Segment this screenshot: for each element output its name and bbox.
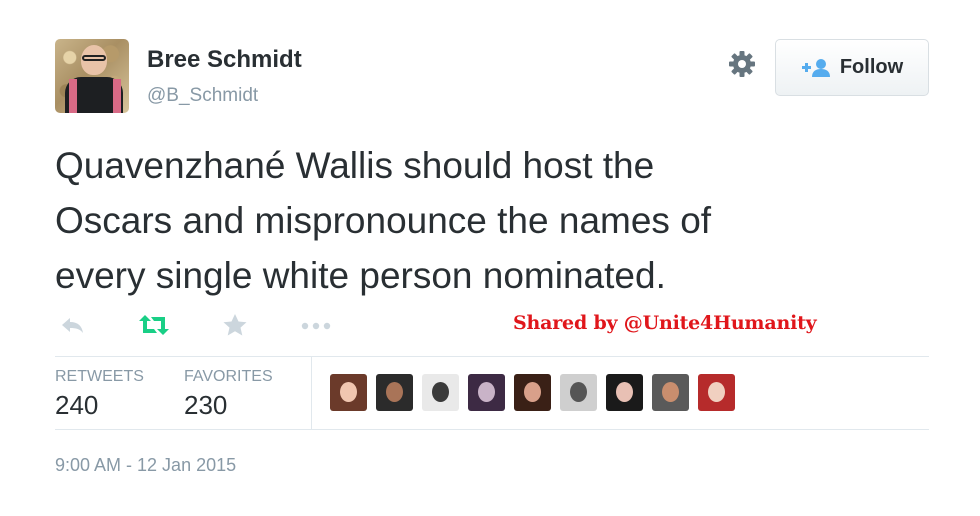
favoriter-avatar[interactable] <box>652 374 689 411</box>
favorites-count[interactable]: 230 <box>184 390 227 421</box>
favoriter-avatar[interactable] <box>514 374 551 411</box>
more-icon[interactable] <box>300 313 332 337</box>
star-icon[interactable] <box>222 313 248 337</box>
tweet-text-line: Quavenzhané Wallis should host the <box>55 145 655 186</box>
favorites-label[interactable]: FAVORITES <box>184 368 273 386</box>
retweets-count[interactable]: 240 <box>55 390 98 421</box>
add-user-icon <box>801 58 830 77</box>
author-display-name[interactable]: Bree Schmidt <box>147 46 302 74</box>
tweet-text-line: Oscars and mispronounce the names of <box>55 200 712 241</box>
stats-bottom-divider <box>55 429 929 430</box>
retweets-label[interactable]: RETWEETS <box>55 368 144 386</box>
author-handle[interactable]: @B_Schmidt <box>147 85 258 107</box>
stats-top-divider <box>55 356 929 357</box>
favoriter-avatar[interactable] <box>560 374 597 411</box>
tweet-text: Quavenzhané Wallis should host the Oscar… <box>55 138 935 303</box>
watermark-text: Shared by @Unite4Humanity <box>513 312 817 334</box>
favoriter-avatar[interactable] <box>376 374 413 411</box>
favoriter-avatar[interactable] <box>606 374 643 411</box>
favoriter-avatar[interactable] <box>422 374 459 411</box>
favoriter-avatar[interactable] <box>468 374 505 411</box>
favoriters-list <box>330 374 735 411</box>
author-avatar[interactable] <box>55 39 129 113</box>
tweet-timestamp[interactable]: 9:00 AM - 12 Jan 2015 <box>55 455 236 476</box>
retweet-icon[interactable] <box>137 313 171 337</box>
favoriter-avatar[interactable] <box>698 374 735 411</box>
favoriter-avatar[interactable] <box>330 374 367 411</box>
stats-vertical-divider <box>311 357 312 429</box>
reply-icon[interactable] <box>59 313 85 337</box>
follow-button-label: Follow <box>839 56 904 78</box>
follow-button[interactable]: Follow <box>775 39 929 96</box>
tweet-text-line: every single white person nominated. <box>55 255 666 296</box>
gear-icon[interactable] <box>727 49 757 79</box>
